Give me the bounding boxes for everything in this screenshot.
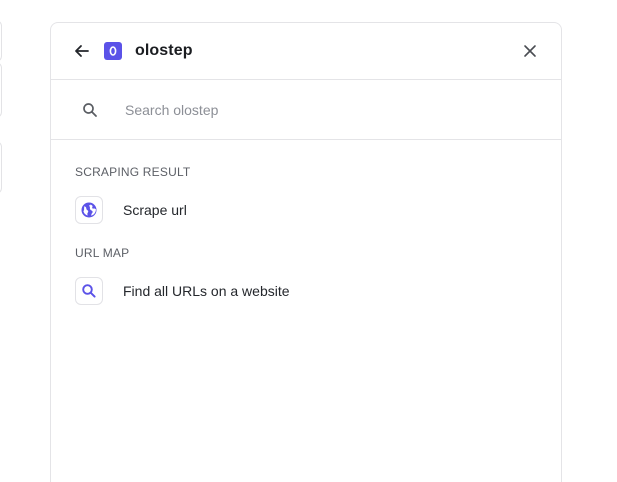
action-icon-box: [75, 196, 103, 224]
close-button[interactable]: [521, 42, 539, 60]
screen: olostep SCRAPING RESULT: [0, 0, 617, 482]
background-card: [0, 20, 2, 62]
search-icon: [82, 284, 96, 298]
action-find-all-urls[interactable]: Find all URLs on a website: [75, 277, 537, 305]
action-label: Scrape url: [123, 202, 187, 218]
olostep-logo: [104, 42, 122, 60]
background-card: [0, 141, 2, 194]
back-button[interactable]: [73, 42, 91, 60]
section-title-url-map: URL MAP: [75, 246, 130, 260]
background-card: [0, 62, 2, 118]
arrow-left-icon: [75, 45, 89, 57]
action-scrape-url[interactable]: Scrape url: [75, 196, 537, 224]
globe-icon: [81, 202, 97, 218]
action-icon-box: [75, 277, 103, 305]
search-input[interactable]: [125, 101, 505, 118]
panel-header: olostep: [51, 23, 561, 80]
app-actions-panel: olostep SCRAPING RESULT: [50, 22, 562, 482]
search-icon: [83, 102, 97, 117]
olostep-logo-mark: [109, 46, 117, 56]
action-label: Find all URLs on a website: [123, 283, 290, 299]
actions-list: SCRAPING RESULT Scrape url URL MAP Find …: [51, 140, 561, 305]
app-title: olostep: [135, 42, 193, 59]
close-icon: [524, 45, 536, 57]
section-title-scraping-result: SCRAPING RESULT: [75, 165, 191, 179]
search-bar: [51, 80, 561, 140]
